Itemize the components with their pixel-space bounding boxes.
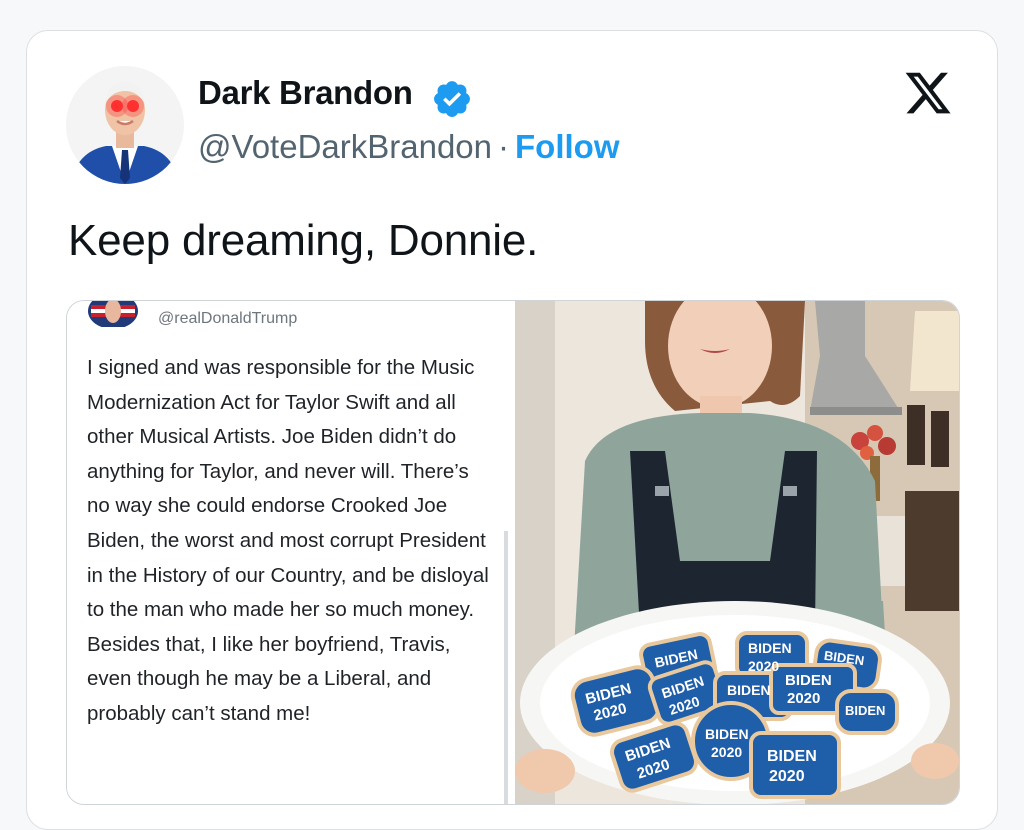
svg-text:2020: 2020 (711, 744, 742, 760)
post-text: Keep dreaming, Donnie. (68, 216, 539, 265)
quoted-tweet-screenshot: @realDonaldTrump I signed and was respon… (67, 301, 515, 804)
svg-text:2020: 2020 (769, 768, 805, 785)
svg-text:BIDEN: BIDEN (785, 672, 832, 689)
quoted-text: I signed and was responsible for the Mus… (87, 356, 489, 725)
follow-button[interactable]: Follow (515, 128, 619, 165)
svg-text:2020: 2020 (748, 658, 779, 674)
svg-text:2020: 2020 (787, 690, 820, 707)
author-avatar[interactable] (66, 66, 184, 184)
separator-dot: · (498, 128, 510, 165)
verified-badge-icon (434, 81, 470, 117)
svg-text:BIDEN: BIDEN (845, 703, 885, 718)
svg-text:BIDEN: BIDEN (748, 640, 792, 656)
author-name[interactable]: Dark Brandon (198, 74, 413, 112)
quoted-avatar (88, 301, 138, 327)
scroll-indicator (504, 531, 508, 804)
embedded-image[interactable]: @realDonaldTrump I signed and was respon… (66, 300, 960, 805)
quoted-handle: @realDonaldTrump (158, 310, 298, 327)
svg-text:BIDEN: BIDEN (727, 682, 771, 698)
x-logo-icon[interactable] (902, 68, 954, 118)
photo-woman-with-cookies: BIDEN BIDEN 2020 BIDEN BIDEN 2020 BIDEN … (515, 301, 959, 804)
author-handle[interactable]: @VoteDarkBrandon (198, 128, 492, 165)
svg-text:BIDEN: BIDEN (705, 726, 749, 742)
svg-text:BIDEN: BIDEN (767, 748, 817, 765)
handle-row: @VoteDarkBrandon · Follow (198, 128, 620, 166)
